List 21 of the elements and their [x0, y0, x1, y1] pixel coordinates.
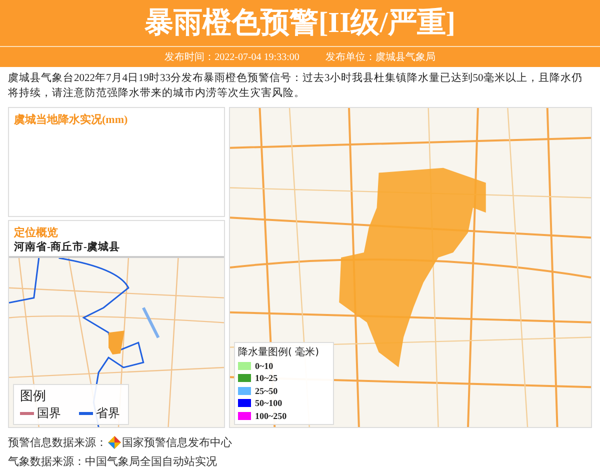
legend-label: 10~25 — [255, 373, 278, 384]
legend-label: 国界 — [37, 405, 61, 422]
warning-description: 虞城县气象台2022年7月4日19时33分发布暴雨橙色预警信号：过去3小时我县杜集镇降水量已达到50毫米以上，且降水仍将持续，请注意防范强降水带来的城市内涝等次生灾害风险。 — [8, 71, 584, 101]
warning-level: [II级/严重] — [318, 6, 456, 41]
legend-label: 50~100 — [255, 398, 282, 408]
location-path: 河南省-商丘市-虞城县 — [13, 240, 121, 255]
legend-label: 100~250 — [255, 410, 287, 421]
source-name: 国家预警信息发布中心 — [122, 435, 232, 450]
panel-title: 定位概览 — [12, 226, 59, 240]
diamond-logo-icon — [108, 436, 121, 449]
panel-title: 虞城当地降水实况(mm) — [13, 112, 129, 127]
publisher: 发布单位：虞城县气象局 — [325, 50, 436, 64]
legend-title: 降水量图例( 毫米) — [238, 346, 319, 358]
weather-source: 气象数据来源：中国气象局全国自动站实况 — [8, 454, 217, 469]
publish-time: 发布时间：2022-07-04 19:33:00 — [164, 50, 300, 64]
legend-label: 省界 — [96, 405, 120, 422]
warning-title: 暴雨橙色预警 — [144, 4, 319, 41]
legend-label: 25~50 — [255, 386, 278, 396]
source-label: 预警信息数据来源： — [8, 435, 107, 450]
legend-label: 0~10 — [255, 360, 274, 371]
legend-title: 图例 — [20, 388, 47, 405]
